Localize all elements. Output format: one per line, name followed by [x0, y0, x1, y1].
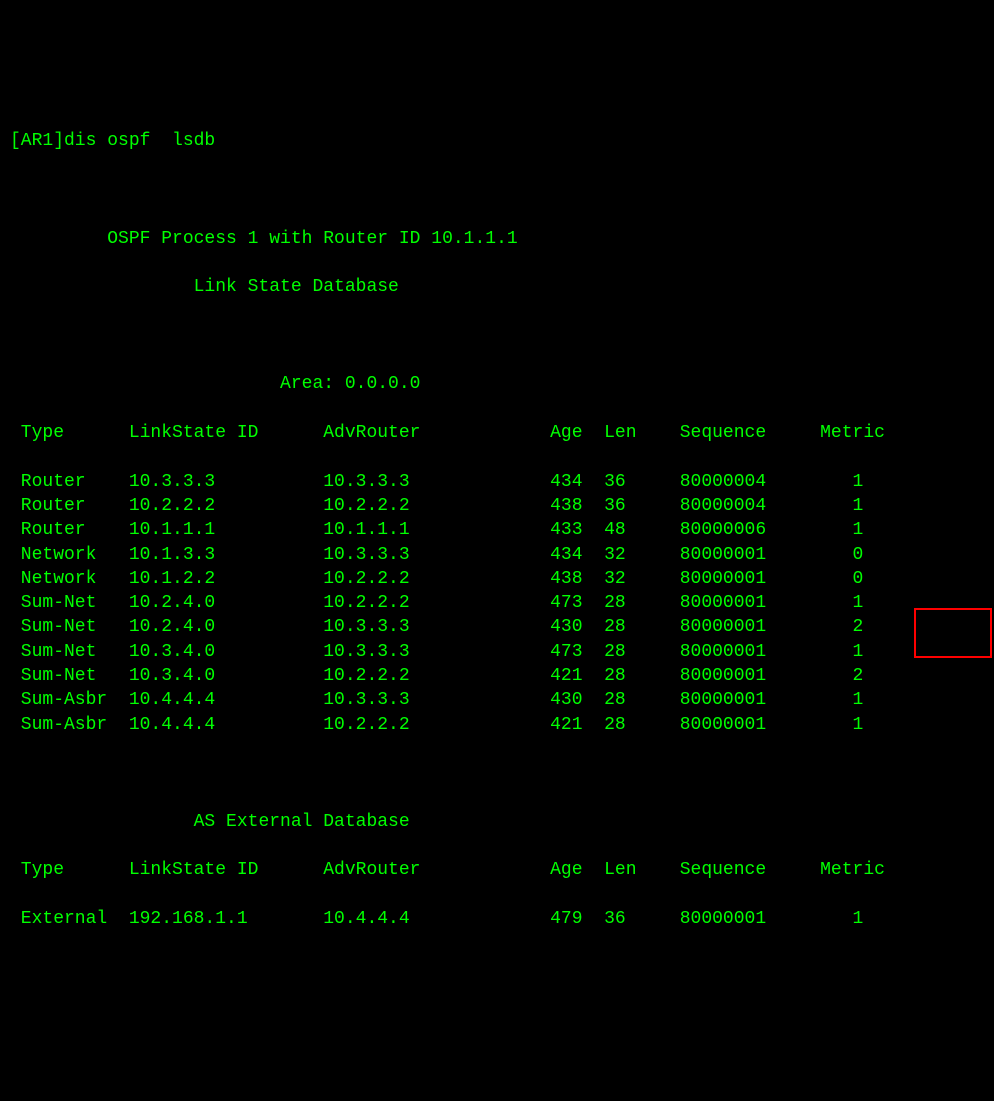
table-row: External 192.168.1.1 10.4.4.4 479 36 800…	[10, 907, 984, 931]
blank-line	[10, 178, 984, 202]
table-row: Sum-Net 10.2.4.0 10.2.2.2 473 28 8000000…	[10, 591, 984, 615]
external-title: AS External Database	[10, 810, 984, 834]
blank-line	[10, 761, 984, 785]
table-row: Sum-Asbr 10.4.4.4 10.3.3.3 430 28 800000…	[10, 688, 984, 712]
terminal-output: [AR1]dis ospf lsdb OSPF Process 1 with R…	[10, 105, 984, 980]
external-table-body: External 192.168.1.1 10.4.4.4 479 36 800…	[10, 907, 984, 931]
command-prompt: [AR1]dis ospf lsdb	[10, 129, 984, 153]
area-label: Area: 0.0.0.0	[10, 372, 984, 396]
table-row: Sum-Net 10.3.4.0 10.3.3.3 473 28 8000000…	[10, 640, 984, 664]
table-row: Router 10.2.2.2 10.2.2.2 438 36 80000004…	[10, 494, 984, 518]
table-row: Sum-Net 10.3.4.0 10.2.2.2 421 28 8000000…	[10, 664, 984, 688]
table-row: Network 10.1.3.3 10.3.3.3 434 32 8000000…	[10, 543, 984, 567]
external-header-row: Type LinkState ID AdvRouter Age Len Sequ…	[10, 858, 984, 882]
table-row: Sum-Asbr 10.4.4.4 10.2.2.2 421 28 800000…	[10, 713, 984, 737]
process-header: OSPF Process 1 with Router ID 10.1.1.1	[10, 227, 984, 251]
table-row: Router 10.3.3.3 10.3.3.3 434 36 80000004…	[10, 470, 984, 494]
table-row: Router 10.1.1.1 10.1.1.1 433 48 80000006…	[10, 518, 984, 542]
table-row: Network 10.1.2.2 10.2.2.2 438 32 8000000…	[10, 567, 984, 591]
table-row: Sum-Net 10.2.4.0 10.3.3.3 430 28 8000000…	[10, 615, 984, 639]
blank-line	[10, 324, 984, 348]
area-table-body: Router 10.3.3.3 10.3.3.3 434 36 80000004…	[10, 470, 984, 737]
area-header-row: Type LinkState ID AdvRouter Age Len Sequ…	[10, 421, 984, 445]
subtitle: Link State Database	[10, 275, 984, 299]
